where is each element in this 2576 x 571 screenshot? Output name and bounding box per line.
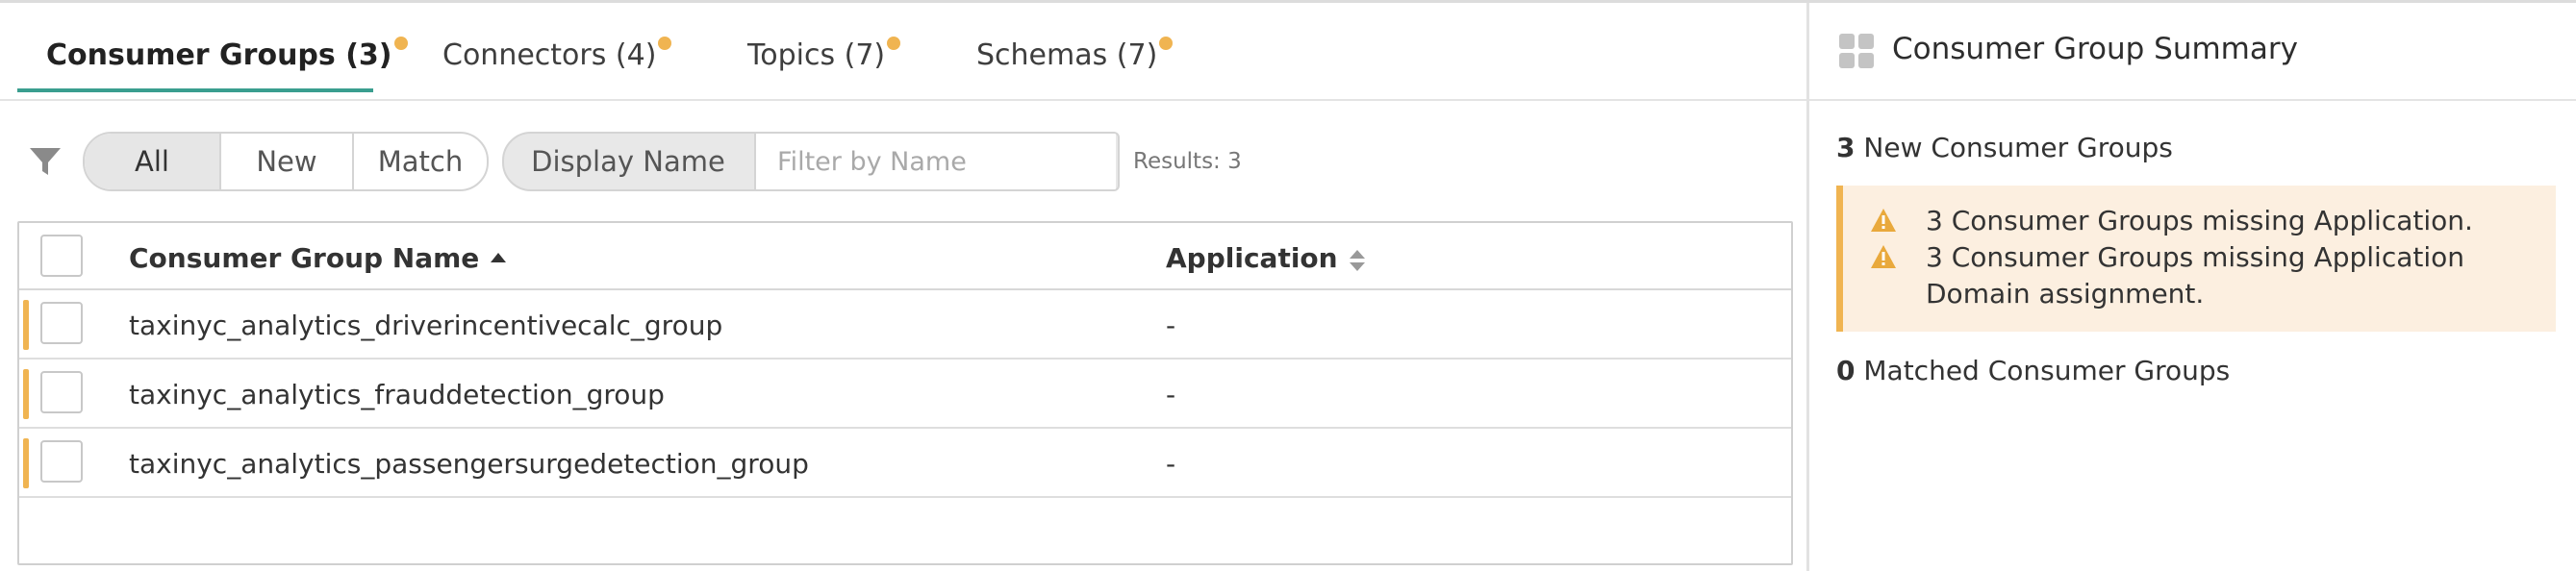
tab-connectors[interactable]: Connectors (4)	[442, 37, 672, 98]
tab-label: Topics (7)	[747, 38, 886, 72]
new-item-indicator	[23, 369, 29, 419]
warning-text: 3 Consumer Groups missing Application.	[1926, 205, 2473, 236]
column-header-label: Application	[1166, 242, 1338, 274]
consumer-group-name: taxinyc_analytics_driverincentivecalc_gr…	[129, 310, 723, 341]
tab-schemas[interactable]: Schemas (7)	[976, 37, 1174, 98]
table-row[interactable]: taxinyc_analytics_driverincentivecalc_gr…	[19, 290, 1791, 360]
column-header-consumer-group-name[interactable]: Consumer Group Name	[129, 242, 507, 274]
new-item-indicator	[23, 438, 29, 488]
consumer-groups-table: Consumer Group Name Application taxinyc_…	[17, 221, 1793, 565]
tab-label: Consumer Groups (3)	[46, 38, 392, 72]
tab-label: Schemas (7)	[976, 38, 1158, 72]
filter-by-name-input[interactable]	[754, 134, 1116, 189]
new-count: 3	[1836, 132, 1856, 163]
table-row[interactable]: taxinyc_analytics_passengersurgedetectio…	[19, 429, 1791, 498]
sort-icon	[1349, 250, 1365, 271]
new-label: New Consumer Groups	[1863, 132, 2173, 163]
column-header-application[interactable]: Application	[1166, 242, 1365, 274]
warning-icon	[1871, 209, 1896, 232]
tab-bar: Consumer Groups (3) Connectors (4) Topic…	[0, 3, 1806, 101]
new-indicator-dot	[887, 37, 901, 50]
warning-box: 3 Consumer Groups missing Application. 3…	[1836, 186, 2556, 332]
segment-all[interactable]: All	[85, 134, 221, 189]
name-filter-label[interactable]: Display Name	[504, 134, 752, 189]
warning-icon	[1871, 245, 1896, 268]
active-tab-underline	[17, 88, 373, 92]
new-indicator-dot	[658, 37, 672, 50]
filter-bar: All New Match Display Name Results: 3	[0, 130, 1806, 191]
application-value: -	[1166, 448, 1176, 480]
table-header: Consumer Group Name Application	[19, 223, 1791, 290]
tab-topics[interactable]: Topics (7)	[747, 37, 901, 98]
summary-panel: Consumer Group Summary 3 New Consumer Gr…	[1809, 3, 2576, 571]
sort-ascending-icon	[491, 253, 507, 262]
row-checkbox[interactable]	[40, 440, 83, 483]
name-filter: Display Name	[502, 132, 1120, 191]
summary-header: Consumer Group Summary	[1809, 3, 2576, 101]
warning-text: 3 Consumer Groups missing Application Do…	[1926, 241, 2464, 310]
tab-label: Connectors (4)	[442, 38, 657, 72]
new-consumer-groups-stat: 3 New Consumer Groups	[1836, 132, 2173, 163]
summary-icon	[1839, 34, 1874, 68]
matched-label: Matched Consumer Groups	[1863, 355, 2231, 386]
matched-consumer-groups-stat: 0 Matched Consumer Groups	[1836, 355, 2230, 386]
consumer-group-name: taxinyc_analytics_passengersurgedetectio…	[129, 448, 809, 480]
row-checkbox[interactable]	[40, 302, 83, 344]
summary-title: Consumer Group Summary	[1892, 32, 2298, 66]
segment-new[interactable]: New	[221, 134, 354, 189]
segment-match[interactable]: Match	[354, 134, 487, 189]
matched-count: 0	[1836, 355, 1856, 386]
results-count: Results: 3	[1133, 149, 1242, 174]
new-item-indicator	[23, 300, 29, 350]
column-header-label: Consumer Group Name	[129, 242, 480, 274]
row-checkbox[interactable]	[40, 371, 83, 413]
consumer-group-name: taxinyc_analytics_frauddetection_group	[129, 379, 665, 410]
left-panel: Consumer Groups (3) Connectors (4) Topic…	[0, 3, 1806, 571]
select-all-checkbox[interactable]	[40, 235, 83, 277]
new-indicator-dot	[1159, 37, 1174, 50]
table-row[interactable]: taxinyc_analytics_frauddetection_group -	[19, 360, 1791, 429]
application-value: -	[1166, 310, 1176, 341]
new-indicator-dot	[393, 37, 408, 50]
filter-icon[interactable]	[29, 146, 62, 177]
application-value: -	[1166, 379, 1176, 410]
status-segmented-control: All New Match	[83, 132, 489, 191]
